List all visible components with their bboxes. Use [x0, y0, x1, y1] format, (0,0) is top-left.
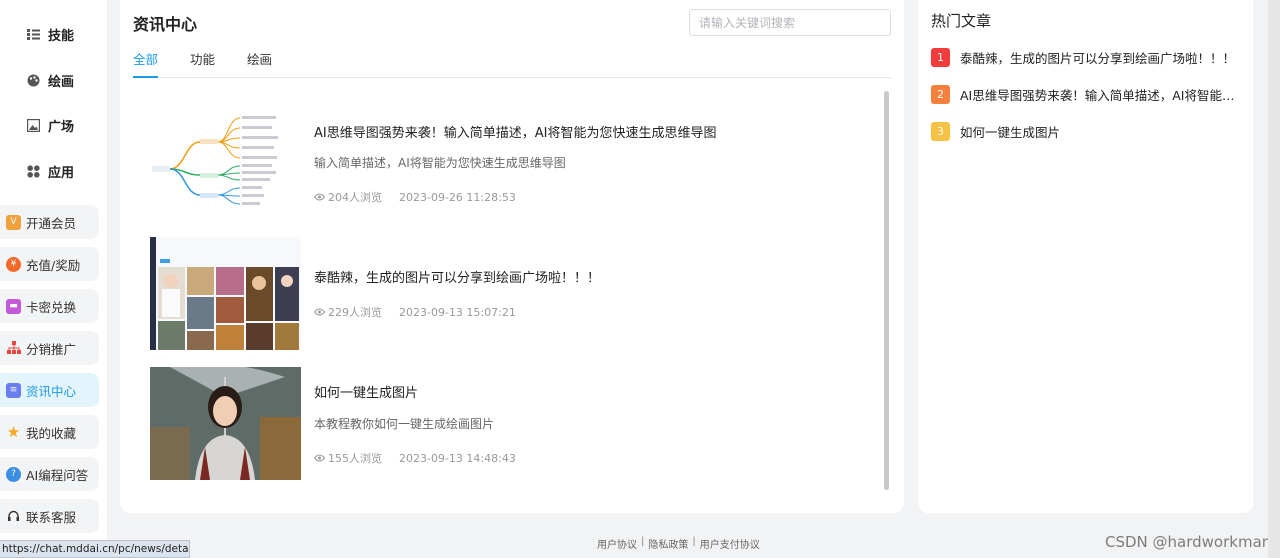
footer-separator: | — [641, 536, 645, 547]
main-nav: 技能 绘画 广场 应用 — [0, 12, 107, 194]
nav-label: 应用 — [48, 165, 75, 181]
menu-item-card-redeem[interactable]: ▬ 卡密兑换 — [0, 289, 99, 323]
vip-icon: V — [6, 214, 21, 230]
tab-features[interactable]: 功能 — [190, 51, 215, 78]
menu-item-news[interactable]: ≡ 资讯中心 — [0, 373, 99, 407]
image-icon — [26, 119, 40, 133]
hot-articles-panel: 热门文章 1 泰酷辣，生成的图片可以分享到绘画广场啦！！！ 2 AI思维导图强势… — [918, 0, 1253, 513]
menu-label: 卡密兑换 — [26, 299, 77, 315]
user-agreement-link[interactable]: 用户协议 — [597, 536, 637, 551]
publish-date: 2023-09-26 11:28:53 — [399, 190, 516, 204]
payment-agreement-link[interactable]: 用户支付协议 — [700, 536, 760, 551]
nav-item-skills[interactable]: 技能 — [0, 12, 107, 58]
article-item[interactable]: AI思维导图强势来袭！输入简单描述，AI将智能为您快速生成思维导图 输入简单描述… — [150, 110, 716, 223]
menu-item-vip[interactable]: V 开通会员 — [0, 205, 99, 239]
menu-item-support[interactable]: 联系客服 — [0, 499, 99, 533]
list-icon — [26, 28, 40, 42]
article-title[interactable]: AI思维导图强势来袭！输入简单描述，AI将智能为您快速生成思维导图 — [314, 122, 716, 141]
menu-item-distribution[interactable]: 分销推广 — [0, 331, 99, 365]
article-title[interactable]: 如何一键生成图片 — [314, 382, 418, 401]
footer-separator: | — [692, 536, 696, 547]
menu-label: 分销推广 — [26, 341, 77, 357]
search-input[interactable] — [689, 9, 891, 36]
menu-item-favorites[interactable]: ★ 我的收藏 — [0, 415, 99, 449]
article-meta: 155人浏览 2023-09-13 14:48:43 — [314, 450, 516, 466]
watermark: CSDN @hardworkman — [1105, 533, 1272, 551]
footer-links: 用户协议 | 隐私政策 | 用户支付协议 — [597, 536, 760, 551]
window-edge — [1268, 0, 1280, 558]
rank-badge: 2 — [931, 85, 950, 104]
menu-label: 联系客服 — [26, 509, 77, 525]
eye-icon — [314, 193, 325, 201]
menu-item-ai-qa[interactable]: ? AI编程问答 — [0, 457, 99, 491]
menu-label: 我的收藏 — [26, 425, 77, 441]
category-tabs: 全部 功能 绘画 — [133, 51, 891, 78]
menu-item-recharge[interactable]: ¥ 充值/奖励 — [0, 247, 99, 281]
tab-all[interactable]: 全部 — [133, 51, 159, 78]
sidebar: 技能 绘画 广场 应用 V 开通会员 ¥ 充值/奖励 ▬ 卡密兑换 分销推广 ≡… — [0, 0, 107, 558]
nav-item-apps[interactable]: 应用 — [0, 149, 107, 195]
privacy-policy-link[interactable]: 隐私政策 — [648, 536, 688, 551]
gallery-thumbnail — [150, 237, 301, 350]
rank-badge: 3 — [931, 122, 950, 141]
list-scrollbar[interactable] — [884, 91, 889, 490]
hot-article-item[interactable]: 2 AI思维导图强势来袭！输入简单描述，AI将智能为您快速生成思维导图 — [931, 85, 1241, 104]
menu-label: 资讯中心 — [26, 383, 77, 399]
view-count: 155人浏览 — [328, 452, 382, 465]
article-meta: 204人浏览 2023-09-26 11:28:53 — [314, 189, 516, 205]
menu-label: AI编程问答 — [26, 467, 89, 483]
eye-icon — [314, 454, 325, 462]
hot-article-title[interactable]: AI思维导图强势来袭！输入简单描述，AI将智能为您快速生成思维导图 — [960, 85, 1241, 104]
article-item[interactable]: 泰酷辣，生成的图片可以分享到绘画广场啦！！！ 229人浏览 2023-09-13… — [150, 237, 710, 350]
star-icon: ★ — [6, 423, 21, 441]
view-count: 204人浏览 — [328, 191, 382, 204]
mindmap-thumbnail — [150, 110, 301, 223]
user-menu: V 开通会员 ¥ 充值/奖励 ▬ 卡密兑换 分销推广 ≡ 资讯中心 ★ 我的收藏… — [0, 205, 107, 541]
publish-date: 2023-09-13 15:07:21 — [399, 305, 516, 319]
coin-icon: ¥ — [6, 256, 21, 272]
nav-item-square[interactable]: 广场 — [0, 103, 107, 149]
hot-article-title[interactable]: 泰酷辣，生成的图片可以分享到绘画广场啦！！！ — [960, 48, 1235, 67]
tab-painting[interactable]: 绘画 — [247, 51, 272, 78]
hot-articles-title: 热门文章 — [931, 12, 992, 30]
article-item[interactable]: 如何一键生成图片 本教程教你如何一键生成绘画图片 155人浏览 2023-09-… — [150, 367, 710, 480]
news-panel: 资讯中心 全部 功能 绘画 — [120, 0, 904, 513]
view-count: 229人浏览 — [328, 306, 382, 319]
publish-date: 2023-09-13 14:48:43 — [399, 451, 516, 465]
hot-article-item[interactable]: 1 泰酷辣，生成的图片可以分享到绘画广场啦！！！ — [931, 48, 1241, 67]
eye-icon — [314, 308, 325, 316]
article-desc: 输入简单描述，AI将智能为您快速生成思维导图 — [314, 156, 566, 170]
article-meta: 229人浏览 2023-09-13 15:07:21 — [314, 304, 516, 320]
menu-label: 开通会员 — [26, 215, 77, 231]
nav-label: 技能 — [48, 29, 75, 45]
portrait-thumbnail — [150, 367, 301, 480]
menu-label: 充值/奖励 — [26, 257, 81, 273]
headset-icon — [6, 509, 21, 524]
nav-label: 广场 — [48, 120, 75, 136]
hot-article-title[interactable]: 如何一键生成图片 — [960, 122, 1060, 141]
share-tree-icon — [6, 341, 21, 356]
palette-icon — [26, 73, 40, 87]
apps-icon — [26, 164, 40, 178]
nav-item-painting[interactable]: 绘画 — [0, 58, 107, 104]
card-icon: ▬ — [6, 298, 21, 314]
link-status-bar: https://chat.mddai.cn/pc/news/detail/2 — [0, 540, 190, 558]
hot-article-item[interactable]: 3 如何一键生成图片 — [931, 122, 1241, 141]
rank-badge: 1 — [931, 48, 950, 67]
article-title[interactable]: 泰酷辣，生成的图片可以分享到绘画广场啦！！！ — [314, 267, 600, 286]
news-icon: ≡ — [6, 382, 21, 398]
question-icon: ? — [6, 466, 21, 482]
page-title: 资讯中心 — [133, 15, 198, 34]
nav-label: 绘画 — [48, 74, 75, 90]
article-desc: 本教程教你如何一键生成绘画图片 — [314, 417, 495, 431]
